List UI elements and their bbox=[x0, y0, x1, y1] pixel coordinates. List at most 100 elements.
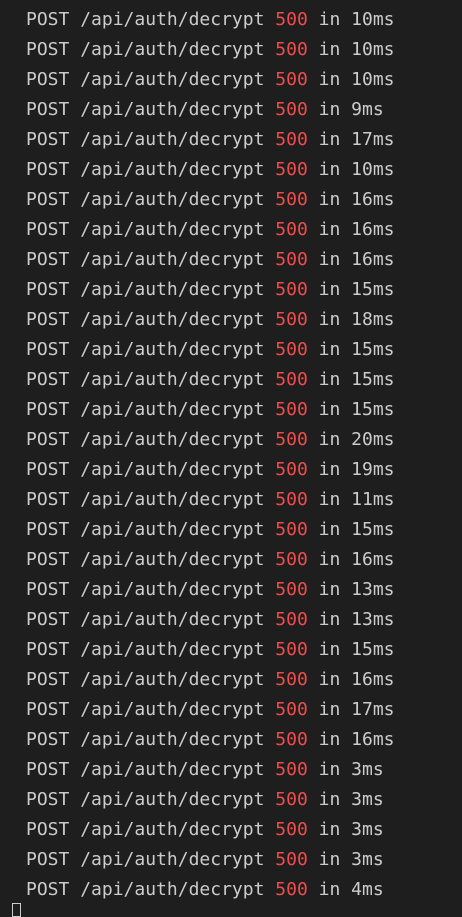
log-method: POST bbox=[26, 429, 70, 450]
log-in-label: in bbox=[318, 9, 341, 30]
log-duration: 10ms bbox=[351, 9, 395, 30]
log-method: POST bbox=[26, 819, 70, 840]
log-in-label: in bbox=[318, 729, 341, 750]
log-duration: 16ms bbox=[351, 549, 395, 570]
log-method: POST bbox=[26, 219, 70, 240]
log-duration: 16ms bbox=[351, 249, 395, 270]
log-duration: 15ms bbox=[351, 399, 395, 420]
log-method: POST bbox=[26, 789, 70, 810]
log-method: POST bbox=[26, 489, 70, 510]
log-line: POST /api/auth/decrypt 500 in 3ms bbox=[0, 845, 462, 875]
log-in-label: in bbox=[318, 819, 341, 840]
log-method: POST bbox=[26, 129, 70, 150]
log-method: POST bbox=[26, 849, 70, 870]
log-line: POST /api/auth/decrypt 500 in 13ms bbox=[0, 575, 462, 605]
log-status-code: 500 bbox=[275, 729, 308, 750]
log-status-code: 500 bbox=[275, 759, 308, 780]
log-status-code: 500 bbox=[275, 519, 308, 540]
log-status-code: 500 bbox=[275, 219, 308, 240]
log-line: POST /api/auth/decrypt 500 in 17ms bbox=[0, 125, 462, 155]
log-line: POST /api/auth/decrypt 500 in 16ms bbox=[0, 215, 462, 245]
log-in-label: in bbox=[318, 639, 341, 660]
log-status-code: 500 bbox=[275, 9, 308, 30]
log-in-label: in bbox=[318, 699, 341, 720]
log-method: POST bbox=[26, 459, 70, 480]
log-method: POST bbox=[26, 159, 70, 180]
log-in-label: in bbox=[318, 579, 341, 600]
log-method: POST bbox=[26, 189, 70, 210]
log-method: POST bbox=[26, 339, 70, 360]
log-status-code: 500 bbox=[275, 249, 308, 270]
log-in-label: in bbox=[318, 399, 341, 420]
log-status-code: 500 bbox=[275, 459, 308, 480]
log-in-label: in bbox=[318, 789, 341, 810]
log-status-code: 500 bbox=[275, 699, 308, 720]
log-path: /api/auth/decrypt bbox=[80, 609, 265, 630]
log-path: /api/auth/decrypt bbox=[80, 729, 265, 750]
log-duration: 4ms bbox=[351, 879, 384, 900]
log-line: POST /api/auth/decrypt 500 in 15ms bbox=[0, 395, 462, 425]
log-path: /api/auth/decrypt bbox=[80, 519, 265, 540]
log-method: POST bbox=[26, 699, 70, 720]
log-line: POST /api/auth/decrypt 500 in 20ms bbox=[0, 425, 462, 455]
log-method: POST bbox=[26, 549, 70, 570]
log-path: /api/auth/decrypt bbox=[80, 249, 265, 270]
log-method: POST bbox=[26, 759, 70, 780]
log-duration: 16ms bbox=[351, 219, 395, 240]
log-duration: 15ms bbox=[351, 339, 395, 360]
log-in-label: in bbox=[318, 369, 341, 390]
log-path: /api/auth/decrypt bbox=[80, 9, 265, 30]
log-path: /api/auth/decrypt bbox=[80, 459, 265, 480]
log-status-code: 500 bbox=[275, 609, 308, 630]
log-duration: 17ms bbox=[351, 699, 395, 720]
log-path: /api/auth/decrypt bbox=[80, 429, 265, 450]
log-duration: 15ms bbox=[351, 369, 395, 390]
log-status-code: 500 bbox=[275, 369, 308, 390]
log-path: /api/auth/decrypt bbox=[80, 639, 265, 660]
log-duration: 10ms bbox=[351, 39, 395, 60]
log-line: POST /api/auth/decrypt 500 in 3ms bbox=[0, 785, 462, 815]
log-duration: 15ms bbox=[351, 279, 395, 300]
log-status-code: 500 bbox=[275, 789, 308, 810]
log-line: POST /api/auth/decrypt 500 in 9ms bbox=[0, 95, 462, 125]
log-method: POST bbox=[26, 309, 70, 330]
log-duration: 13ms bbox=[351, 609, 395, 630]
log-in-label: in bbox=[318, 429, 341, 450]
log-in-label: in bbox=[318, 69, 341, 90]
log-path: /api/auth/decrypt bbox=[80, 489, 265, 510]
log-method: POST bbox=[26, 99, 70, 120]
log-path: /api/auth/decrypt bbox=[80, 789, 265, 810]
log-status-code: 500 bbox=[275, 429, 308, 450]
terminal-output[interactable]: POST /api/auth/decrypt 500 in 10ms POST /… bbox=[0, 0, 462, 917]
log-method: POST bbox=[26, 279, 70, 300]
log-line: POST /api/auth/decrypt 500 in 10ms bbox=[0, 65, 462, 95]
log-line: POST /api/auth/decrypt 500 in 10ms bbox=[0, 35, 462, 65]
log-path: /api/auth/decrypt bbox=[80, 39, 265, 60]
log-in-label: in bbox=[318, 129, 341, 150]
log-status-code: 500 bbox=[275, 399, 308, 420]
log-status-code: 500 bbox=[275, 309, 308, 330]
log-path: /api/auth/decrypt bbox=[80, 159, 265, 180]
log-duration: 10ms bbox=[351, 159, 395, 180]
log-in-label: in bbox=[318, 219, 341, 240]
log-duration: 18ms bbox=[351, 309, 395, 330]
log-in-label: in bbox=[318, 279, 341, 300]
log-method: POST bbox=[26, 399, 70, 420]
log-status-code: 500 bbox=[275, 879, 308, 900]
log-path: /api/auth/decrypt bbox=[80, 579, 265, 600]
log-path: /api/auth/decrypt bbox=[80, 879, 265, 900]
log-status-code: 500 bbox=[275, 489, 308, 510]
log-method: POST bbox=[26, 369, 70, 390]
log-duration: 3ms bbox=[351, 849, 384, 870]
log-in-label: in bbox=[318, 519, 341, 540]
log-method: POST bbox=[26, 639, 70, 660]
log-method: POST bbox=[26, 879, 70, 900]
log-path: /api/auth/decrypt bbox=[80, 309, 265, 330]
log-line: POST /api/auth/decrypt 500 in 16ms bbox=[0, 545, 462, 575]
log-line: POST /api/auth/decrypt 500 in 15ms bbox=[0, 635, 462, 665]
log-duration: 10ms bbox=[351, 69, 395, 90]
log-line: POST /api/auth/decrypt 500 in 16ms bbox=[0, 725, 462, 755]
log-duration: 3ms bbox=[351, 759, 384, 780]
log-duration: 3ms bbox=[351, 819, 384, 840]
log-path: /api/auth/decrypt bbox=[80, 279, 265, 300]
